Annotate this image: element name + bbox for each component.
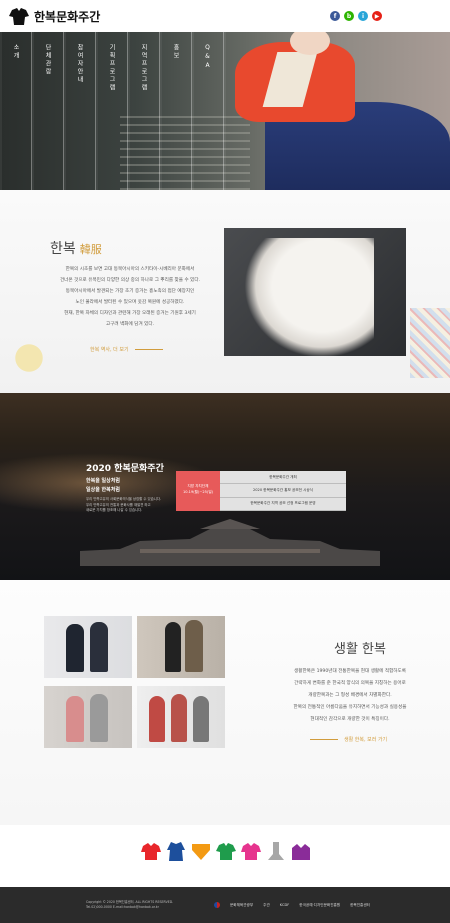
week-program-list: 한복문화주간 개최 2020 한복문화주간 홍보 공모전 시상식 한복문화주간 … [220, 471, 346, 511]
jeogori-icon[interactable] [140, 840, 162, 862]
model-figure [171, 694, 187, 742]
link-line [310, 739, 338, 740]
org-logo-kcdf-full[interactable]: 한국공예·디자인문화진흥원 [299, 903, 340, 908]
week-slogan: 한복을 일상처럼 일상을 한복처럼 [86, 478, 120, 493]
living-hanbok-section: 생활 한복 생활한복은 1990년대 전통한복을 현대 생활에 적합하도록 간략… [0, 580, 450, 825]
model-figure [90, 622, 108, 672]
org-logo-hanbok-center[interactable]: 한복진흥센터 [350, 903, 370, 908]
beoseon-icon[interactable] [265, 840, 287, 862]
org-logo-mcst[interactable]: 문화체육관광부 [230, 903, 253, 908]
instagram-icon[interactable]: i [358, 11, 368, 21]
host-label: 주관 [263, 902, 270, 907]
link-line [134, 349, 163, 350]
social-links: f b i ▶ [330, 11, 382, 21]
nav-item-promotion[interactable]: 홍보 [160, 32, 192, 190]
hanbok-section: 한복 韓服 한복의 시초를 보면 고대 동북아시아의 스키타이-시베리아 문화에서… [0, 190, 450, 393]
copyright-text: Copyright © 2020 한복진흥센터. ALL RIGHTS RESE… [86, 900, 174, 904]
hanbok-icons-row [140, 840, 315, 862]
model-figure [149, 696, 165, 742]
durumagi-icon[interactable] [165, 840, 187, 862]
living-hanbok-photo [137, 616, 225, 678]
nav-item-regional[interactable]: 지역프로그램 [128, 32, 160, 190]
facebook-icon[interactable]: f [330, 11, 340, 21]
site-header: 한복문화주간 f b i ▶ [0, 0, 450, 32]
pattern-decoration [410, 308, 450, 378]
living-hanbok-photo [44, 686, 132, 748]
week-description: 우리 민족고유의 사회문화의식을 상징할 수 있습니다. 우리 민족고유의 전통… [86, 497, 162, 512]
nav-item-intro[interactable]: 소개 [0, 32, 32, 190]
nav-item-programs[interactable]: 기획프로그램 [96, 32, 128, 190]
org-logo-kcdf[interactable]: KCDF [280, 903, 290, 907]
hanbok-description: 한복의 시초를 보면 고대 동북아시아의 스키타이-시베리아 문화에서 건너온 … [59, 267, 201, 327]
model-figure [193, 696, 209, 742]
week-schedule-badge: 지방 자치단체 10.19(월)~25(일) [176, 471, 220, 511]
model-figure [185, 620, 203, 672]
site-logo[interactable]: 한복문화주간 [8, 6, 100, 26]
hanbok-photo [224, 228, 406, 356]
nav-item-participants[interactable]: 참여자안내 [64, 32, 96, 190]
model-figure [66, 696, 84, 742]
hanbok-title-hanja: 韓服 [79, 243, 102, 256]
white-hanbok-dress [244, 238, 374, 356]
footer-info: Copyright © 2020 한복진흥센터. ALL RIGHTS RESE… [86, 900, 173, 909]
week-title: 2020 한복문화주간 [86, 464, 164, 474]
palace-silhouette [80, 519, 380, 566]
nav-item-qna[interactable]: Q&A [192, 32, 224, 190]
hanbok-week-section: 2020 한복문화주간 한복을 일상처럼 일상을 한복처럼 우리 민족고유의 사… [0, 393, 450, 580]
hat-icon[interactable] [290, 840, 312, 862]
living-hanbok-photo [137, 686, 225, 748]
main-nav: 소개 단체관람 참여자안내 기획프로그램 지역프로그램 홍보 Q&A [0, 32, 230, 190]
week-program-item[interactable]: 2020 한복문화주간 홍보 공모전 시상식 [220, 484, 346, 498]
norigae-icon[interactable] [190, 840, 212, 862]
model-figure [66, 624, 84, 672]
hanbok-logo-icon [9, 8, 29, 25]
blog-icon[interactable]: b [344, 11, 354, 21]
contact-text: Tel.02)000-0000 E-mail:hanbok@hanbok.or.… [86, 904, 159, 909]
model-figure [90, 694, 108, 742]
site-footer: Copyright © 2020 한복진흥센터. ALL RIGHTS RESE… [0, 887, 450, 923]
jeogori-green-icon[interactable] [215, 840, 237, 862]
taegeuk-icon [214, 902, 220, 908]
hanbok-title: 한복 韓服 [50, 241, 102, 257]
living-hanbok-description: 생활한복은 1990년대 전통한복을 현대 생활에 적합하도록 간략하게 변화를… [293, 669, 407, 722]
living-hanbok-photo [44, 616, 132, 678]
living-hanbok-title: 생활 한복 [334, 642, 386, 657]
week-program-item[interactable]: 한복문화주간 개최 [220, 471, 346, 485]
week-program-item[interactable]: 한복문화주간 지역 공모 선정 프로그램 운영 [220, 497, 346, 511]
flower-decoration [5, 340, 65, 385]
model-figure [165, 622, 181, 672]
jeogori-pink-icon[interactable] [240, 840, 262, 862]
living-hanbok-link[interactable]: 생활 한복, 보러 가기 [310, 736, 387, 743]
nav-item-group-visit[interactable]: 단체관람 [32, 32, 64, 190]
footer-logos: 문화체육관광부 주관 KCDF 한국공예·디자인문화진흥원 한복진흥센터 [214, 902, 370, 908]
youtube-icon[interactable]: ▶ [372, 11, 382, 21]
site-name: 한복문화주간 [34, 9, 101, 24]
hanbok-history-link[interactable]: 한복 역사, 더 보기 [90, 346, 163, 353]
